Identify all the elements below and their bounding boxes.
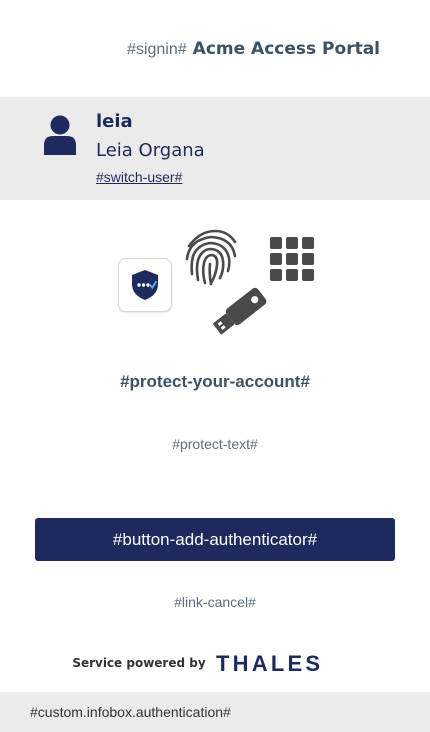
thales-logo: THALES [216, 652, 323, 674]
protect-description: #protect-text# [172, 436, 258, 452]
username: leia [96, 111, 133, 132]
powered-by-text: Service powered by [72, 656, 206, 670]
thales-logo-text: THALES [216, 652, 323, 674]
usb-key-icon [213, 287, 267, 335]
info-box: #custom.infobox.authentication# [0, 692, 430, 732]
cancel-link[interactable]: #link-cancel# [0, 594, 430, 610]
signin-label: #signin# [127, 40, 187, 58]
user-info-panel: leia Leia Organa #switch-user# [0, 97, 430, 200]
keypad-icon [270, 237, 314, 281]
user-full-name: Leia Organa [96, 140, 205, 161]
protect-account-heading: #protect-your-account# [120, 372, 310, 391]
add-authenticator-button[interactable]: #button-add-authenticator# [35, 518, 395, 561]
header-title-line: #signin# Acme Access Portal [127, 39, 380, 59]
powered-by: Service powered by THALES [0, 652, 430, 674]
fingerprint-icon [185, 229, 237, 286]
shield-app-icon [118, 258, 172, 312]
info-box-text: #custom.infobox.authentication# [30, 704, 231, 720]
switch-user-link[interactable]: #switch-user# [96, 169, 182, 185]
user-avatar-icon [44, 115, 76, 155]
header: #signin# Acme Access Portal [0, 0, 430, 97]
authenticator-illustration [110, 222, 320, 347]
portal-title: Acme Access Portal [192, 38, 380, 59]
